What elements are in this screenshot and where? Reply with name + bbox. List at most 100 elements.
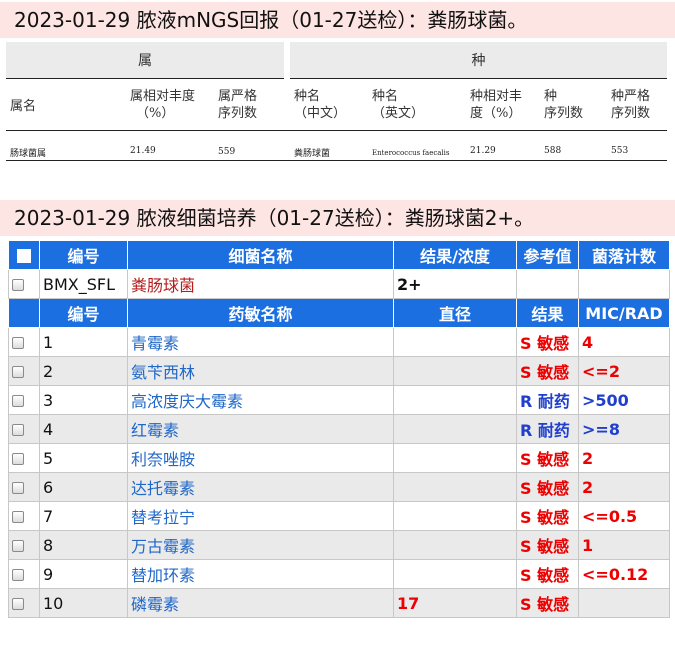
drug-diameter: [393, 501, 517, 531]
row-checkbox[interactable]: [12, 598, 24, 610]
drug-row[interactable]: 5 利奈唑胺 S 敏感 2: [8, 443, 670, 473]
divider: [6, 78, 284, 79]
mic-header[interactable]: MIC/RAD: [578, 298, 670, 328]
drug-id: 1: [39, 327, 128, 357]
drug-mic: <=0.5: [578, 501, 670, 531]
drug-name[interactable]: 利奈唑胺: [127, 443, 394, 473]
drug-name[interactable]: 红霉素: [127, 414, 394, 444]
divider: [290, 78, 667, 79]
drug-row[interactable]: 7 替考拉宁 S 敏感 <=0.5: [8, 501, 670, 531]
genus-abundance-header: 属相对丰度 （%）: [130, 89, 196, 121]
row-checkbox[interactable]: [12, 569, 24, 581]
bacteria-row[interactable]: BMX_SFL 粪肠球菌 2+: [8, 269, 670, 299]
row-checkbox[interactable]: [12, 482, 24, 494]
drug-name[interactable]: 替加环素: [127, 559, 394, 589]
drug-header-row: 编号 药敏名称 直径 结果 MIC/RAD: [8, 298, 670, 328]
drug-mic: 2: [578, 443, 670, 473]
drug-name[interactable]: 青霉素: [127, 327, 394, 357]
species-reads-header: 种严格 序列数: [611, 89, 651, 121]
drug-row[interactable]: 2 氨苄西林 S 敏感 <=2: [8, 356, 670, 386]
drug-name[interactable]: 高浓度庆大霉素: [127, 385, 394, 415]
drug-id-header[interactable]: 编号: [39, 298, 128, 328]
species-cn-header: 种名 （中文）: [294, 89, 347, 121]
drug-result: S 敏感: [516, 472, 579, 502]
drug-id: 7: [39, 501, 128, 531]
drug-diameter: [393, 385, 517, 415]
drug-result: S 敏感: [516, 443, 579, 473]
row-checkbox[interactable]: [12, 540, 24, 552]
drug-name-header[interactable]: 药敏名称: [127, 298, 394, 328]
checkbox-cell: [8, 385, 40, 415]
row-checkbox[interactable]: [12, 511, 24, 523]
drug-id: 5: [39, 443, 128, 473]
culture-header-row: 编号 细菌名称 结果/浓度 参考值 菌落计数: [8, 240, 670, 270]
drug-result: S 敏感: [516, 588, 579, 618]
drug-name[interactable]: 磷霉素: [127, 588, 394, 618]
checkbox-cell: [8, 530, 40, 560]
culture-table: 编号 细菌名称 结果/浓度 参考值 菌落计数 BMX_SFL 粪肠球菌 2+ 编…: [8, 240, 670, 618]
checkbox-cell: [8, 356, 40, 386]
row-checkbox[interactable]: [12, 395, 24, 407]
drug-name[interactable]: 氨苄西林: [127, 356, 394, 386]
drug-row[interactable]: 3 高浓度庆大霉素 R 耐药 >500: [8, 385, 670, 415]
row-checkbox[interactable]: [12, 453, 24, 465]
species-reads-value: 553: [611, 146, 629, 156]
drug-id: 6: [39, 472, 128, 502]
mngs-title-banner: 2023-01-29 脓液mNGS回报（01-27送检）：粪肠球菌。: [0, 2, 675, 38]
drug-result: S 敏感: [516, 559, 579, 589]
drug-header-blank: [8, 298, 40, 328]
bacteria-name-header[interactable]: 细菌名称: [127, 240, 394, 270]
bacteria-reference: [516, 269, 579, 299]
species-count-value: 588: [544, 146, 562, 156]
checkbox-cell: [8, 559, 40, 589]
genus-reads-value: 559: [218, 147, 236, 157]
drug-mic: 2: [578, 472, 670, 502]
checkbox-cell: [8, 443, 40, 473]
drug-id: 10: [39, 588, 128, 618]
species-en-value: Enterococcus faecalis: [372, 149, 450, 157]
row-checkbox[interactable]: [12, 279, 24, 291]
drug-result: S 敏感: [516, 501, 579, 531]
culture-title-banner: 2023-01-29 脓液细菌培养（01-27送检）：粪肠球菌2+。: [0, 200, 675, 236]
id-header[interactable]: 编号: [39, 240, 128, 270]
genus-abundance-value: 21.49: [130, 146, 156, 156]
row-checkbox[interactable]: [12, 424, 24, 436]
bacteria-name[interactable]: 粪肠球菌: [127, 269, 394, 299]
result-header[interactable]: 结果: [516, 298, 579, 328]
drug-id: 9: [39, 559, 128, 589]
drug-mic: <=2: [578, 356, 670, 386]
drug-diameter: [393, 530, 517, 560]
row-checkbox[interactable]: [12, 337, 24, 349]
drug-name[interactable]: 达托霉素: [127, 472, 394, 502]
species-abundance-header: 种相对丰 度（%）: [470, 89, 523, 121]
genus-name-header: 属名: [10, 99, 37, 114]
row-checkbox[interactable]: [12, 366, 24, 378]
drug-row[interactable]: 4 红霉素 R 耐药 >=8: [8, 414, 670, 444]
drug-diameter: [393, 356, 517, 386]
drug-mic: >500: [578, 385, 670, 415]
drug-mic: 4: [578, 327, 670, 357]
drug-row[interactable]: 1 青霉素 S 敏感 4: [8, 327, 670, 357]
drug-diameter: [393, 559, 517, 589]
drug-name[interactable]: 万古霉素: [127, 530, 394, 560]
drug-row[interactable]: 8 万古霉素 S 敏感 1: [8, 530, 670, 560]
drug-diameter: [393, 472, 517, 502]
drug-row[interactable]: 6 达托霉素 S 敏感 2: [8, 472, 670, 502]
drug-id: 4: [39, 414, 128, 444]
checkbox-cell: [8, 327, 40, 357]
result-conc-header[interactable]: 结果/浓度: [393, 240, 517, 270]
reference-header[interactable]: 参考值: [516, 240, 579, 270]
drug-id: 8: [39, 530, 128, 560]
drug-diameter: 17: [393, 588, 517, 618]
diameter-header[interactable]: 直径: [393, 298, 517, 328]
drug-row[interactable]: 9 替加环素 S 敏感 <=0.12: [8, 559, 670, 589]
colony-count-header[interactable]: 菌落计数: [578, 240, 670, 270]
genus-value: 肠球菌属: [10, 149, 47, 159]
drug-row[interactable]: 10 磷霉素 17 S 敏感: [8, 588, 670, 618]
divider: [6, 160, 667, 161]
checkbox-cell: [8, 472, 40, 502]
species-en-header: 种名 （英文）: [372, 89, 425, 121]
select-all-checkbox[interactable]: [17, 249, 31, 263]
drug-name[interactable]: 替考拉宁: [127, 501, 394, 531]
checkbox-cell: [8, 269, 40, 299]
